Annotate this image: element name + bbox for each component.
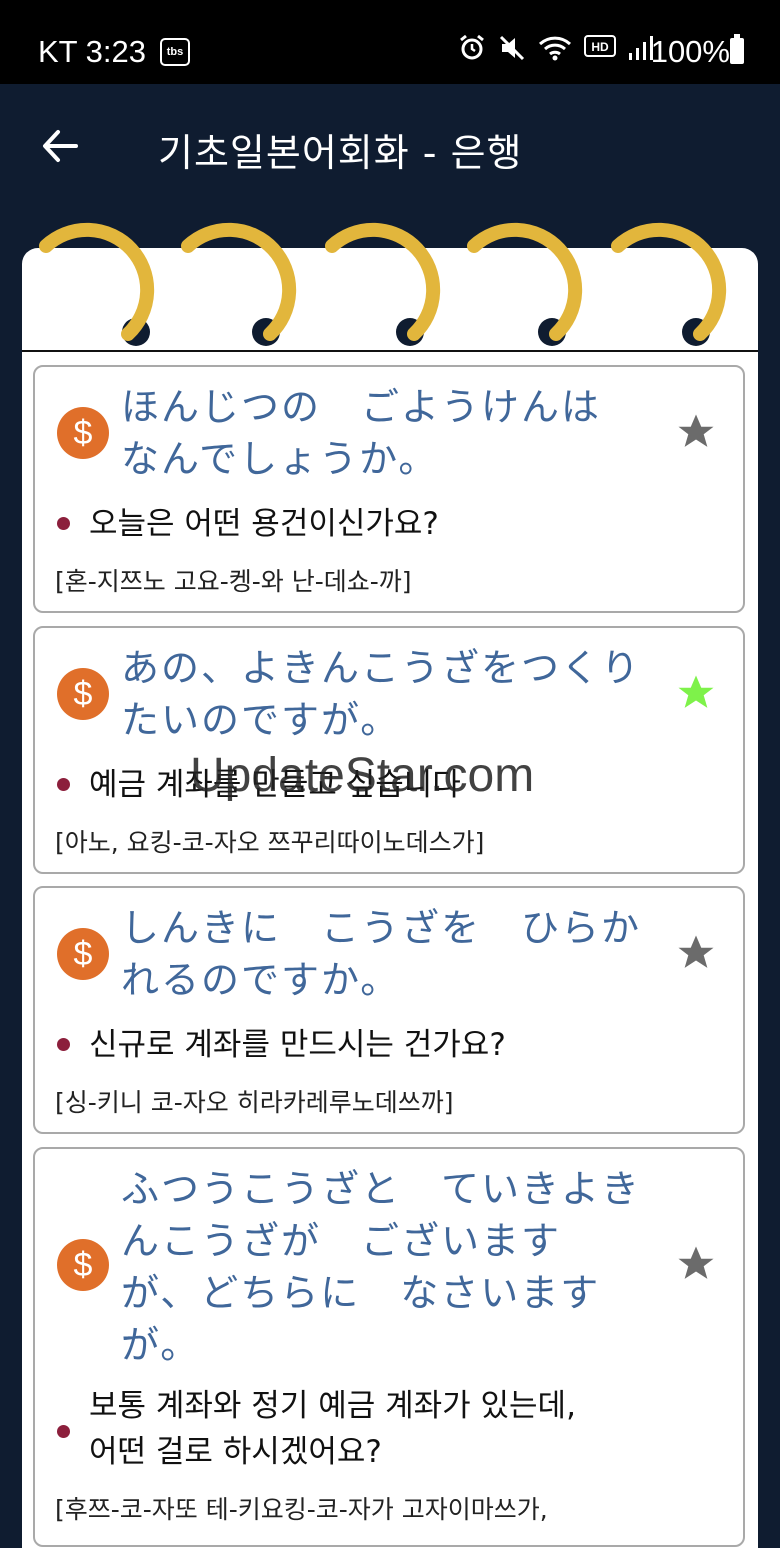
japanese-phrase: しんきに こうざを ひらか れるのですか。	[121, 906, 642, 1002]
hd-voice-icon: HD	[584, 35, 616, 57]
page-divider	[22, 350, 758, 352]
bullet-dot	[57, 517, 70, 530]
korean-translation: 오늘은 어떤 용건이신가요?	[89, 506, 439, 542]
watermark: UpdateStar.com	[190, 749, 535, 802]
app-bar: 기초일본어회화 - 은행	[0, 84, 780, 208]
korean-translation: 신규로 계좌를 만드시는 건가요?	[89, 1027, 506, 1063]
bullet-dot	[57, 778, 70, 791]
bullet-dot	[57, 1425, 70, 1438]
status-icons: HD	[458, 34, 654, 62]
pronunciation: [싱-키니 코-자오 히라카레루노데쓰까]	[55, 1088, 454, 1117]
phrase-card[interactable]: $ ほんじつの ごようけんは なんでしょうか。 오늘은 어떤 용건이신가요? […	[33, 365, 745, 613]
clock: 3:23	[85, 34, 146, 69]
binder-ring	[611, 222, 727, 341]
star-icon[interactable]	[675, 932, 717, 974]
page-title: 기초일본어회화 - 은행	[158, 131, 523, 175]
japanese-phrase: ほんじつの ごようけんは なんでしょうか。	[121, 385, 602, 481]
carrier-label: KT	[38, 34, 78, 69]
dollar-icon: $	[57, 928, 109, 980]
battery-icon	[730, 34, 744, 64]
japanese-phrase: ふつうこうざと ていきよき んこうざが ございます が、どちらに なさいます が…	[121, 1167, 642, 1367]
bullet-dot	[57, 1038, 70, 1051]
star-icon[interactable]	[675, 672, 717, 714]
phrase-card[interactable]: $ ふつうこうざと ていきよき んこうざが ございます が、どちらに なさいます…	[33, 1147, 745, 1547]
star-icon[interactable]	[675, 1243, 717, 1285]
star-icon[interactable]	[675, 411, 717, 453]
wifi-icon	[538, 36, 572, 61]
binder-ring	[39, 222, 155, 341]
korean-translation: 보통 계좌와 정기 예금 계좌가 있는데, 어떤 걸로 하시겠어요?	[89, 1388, 576, 1470]
dollar-icon: $	[57, 1239, 109, 1291]
dollar-icon: $	[57, 668, 109, 720]
binder-ring	[467, 222, 583, 341]
alarm-icon	[460, 34, 484, 60]
phrase-card[interactable]: $ しんきに こうざを ひらか れるのですか。 신규로 계좌를 만드시는 건가요…	[33, 886, 745, 1134]
pronunciation: [혼-지쯔노 고요-켕-와 난-데쇼-까]	[55, 567, 412, 596]
mute-icon	[499, 35, 525, 61]
japanese-phrase: あの、よきんこうざをつくり たいのですが。	[121, 646, 642, 742]
binder-ring	[325, 222, 441, 341]
pronunciation: [후쯔-코-자또 테-키요킹-코-자가 고자이마쓰가,	[55, 1495, 548, 1524]
pronunciation: [아노, 요킹-코-자오 쯔꾸리따이노데스가]	[55, 828, 485, 857]
tbs-app-icon: tbs	[159, 38, 190, 66]
back-arrow-icon[interactable]	[40, 126, 80, 166]
battery-percent: 100%	[650, 34, 730, 69]
binder-ring	[181, 222, 297, 341]
dollar-icon: $	[57, 407, 109, 459]
status-bar: KT 3:23 tbs HD 100%	[0, 0, 780, 84]
svg-text:HD: HD	[591, 40, 609, 54]
